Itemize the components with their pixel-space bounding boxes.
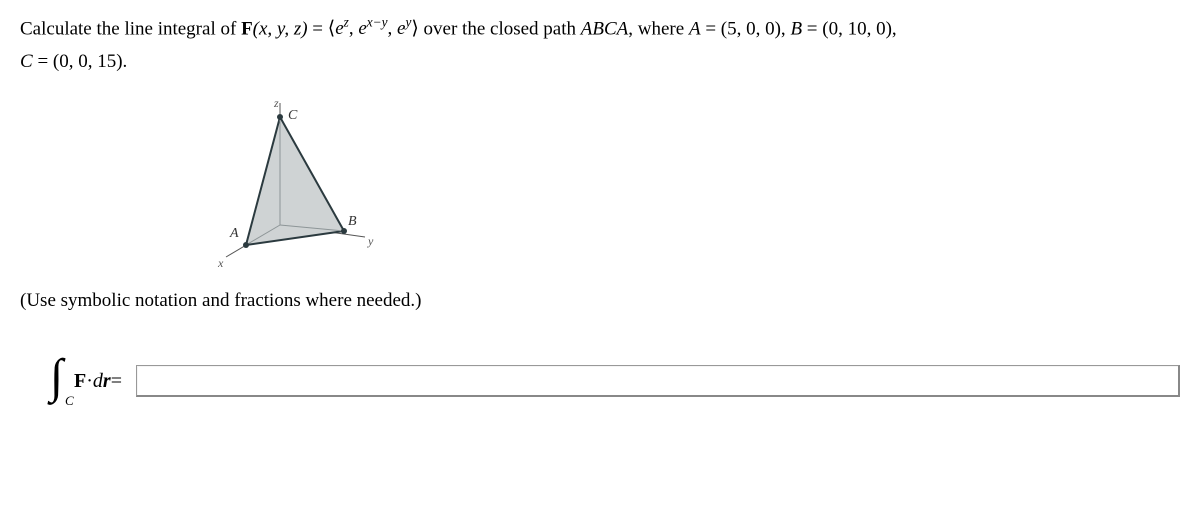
point-A-value: = (5, 0, 0),	[701, 18, 791, 39]
comp2-exp: x−y	[367, 15, 388, 30]
integral-expression: ∫ C F · ddrr =	[50, 357, 122, 405]
point-C: C	[288, 108, 298, 123]
comp1-base: e	[335, 18, 343, 39]
axis-z-label: z	[273, 97, 279, 110]
answer-input[interactable]	[136, 365, 1180, 397]
vec-close: ⟩	[411, 18, 418, 39]
diagram: x y z A B C	[210, 97, 380, 272]
point-C-label: C	[20, 51, 33, 72]
axis-x-label: x	[217, 256, 224, 270]
integral-sign-icon: ∫ C	[50, 357, 74, 405]
answer-eq: =	[111, 370, 122, 393]
sep2: ,	[388, 18, 398, 39]
point-A-label: A	[689, 18, 701, 39]
answer-dot: ·	[86, 370, 93, 393]
answer-F: F	[74, 370, 86, 393]
eq-sign: =	[308, 18, 328, 39]
integral-sub: C	[65, 393, 74, 409]
point-A: A	[229, 226, 239, 241]
axis-y-label: y	[367, 234, 374, 248]
over-text: over the closed path	[419, 18, 581, 39]
point-B-value: = (0, 10, 0),	[802, 18, 897, 39]
instruction-text: (Use symbolic notation and fractions whe…	[20, 290, 1180, 312]
comp2-base: e	[358, 18, 366, 39]
point-B-label: B	[790, 18, 802, 39]
F-args: (x, y, z)	[253, 18, 308, 39]
answer-row: ∫ C F · ddrr =	[20, 357, 1180, 405]
problem-statement: Calculate the line integral of F(x, y, z…	[20, 12, 1180, 77]
point-B: B	[348, 214, 357, 229]
sep1: ,	[349, 18, 359, 39]
point-C-value: = (0, 0, 15).	[33, 51, 128, 72]
answer-dr: ddrr	[93, 370, 111, 393]
where-text: , where	[628, 18, 689, 39]
path-name: ABCA	[581, 18, 629, 39]
vector-field-F: F	[241, 18, 253, 39]
problem-prefix: Calculate the line integral of	[20, 18, 241, 39]
